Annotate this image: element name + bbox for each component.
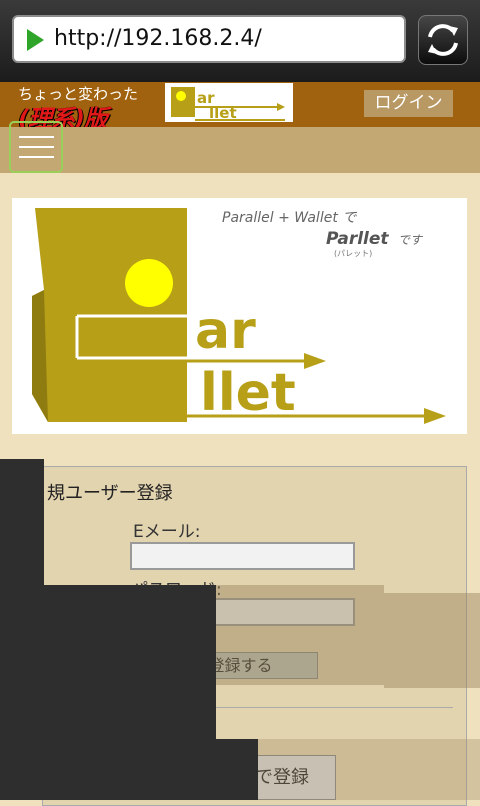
logo-text-ar: ar: [195, 301, 256, 361]
refresh-icon: [428, 24, 458, 56]
email-field[interactable]: [130, 542, 355, 570]
login-button[interactable]: ログイン: [364, 90, 453, 117]
url-text[interactable]: http://192.168.2.4/: [54, 26, 262, 51]
parllet-logo: ar llet Parallel + Wallet で Parllet です (…: [32, 208, 446, 424]
banner-slogan: Parallel + Wallet で: [222, 210, 357, 226]
banner-reading: (パレット): [334, 249, 372, 258]
hamburger-icon: [19, 156, 54, 158]
hamburger-icon: [19, 146, 54, 148]
banner-desu: です: [398, 233, 424, 247]
go-icon[interactable]: [27, 29, 44, 51]
email-label: Eメール:: [133, 522, 201, 542]
overlay-panel: [0, 739, 258, 800]
overlay-panel: [216, 585, 384, 685]
menu-button[interactable]: [9, 121, 63, 173]
reload-button[interactable]: [418, 15, 468, 65]
nav-bar: [0, 127, 480, 173]
form-title: 規ユーザー登録: [47, 483, 173, 504]
site-logo[interactable]: ar llet: [165, 83, 293, 122]
hero-banner: ar llet Parallel + Wallet で Parllet です (…: [12, 198, 467, 434]
site-header: ちょっと変わった (理系)版 ar llet ログイン: [0, 82, 480, 133]
overlay-panel: [258, 739, 480, 800]
overlay-panel: [384, 593, 480, 688]
banner-brand: Parllet: [326, 229, 389, 249]
logo-text-llet: llet: [200, 363, 296, 423]
address-bar[interactable]: http://192.168.2.4/: [12, 15, 406, 63]
hamburger-icon: [19, 136, 54, 138]
